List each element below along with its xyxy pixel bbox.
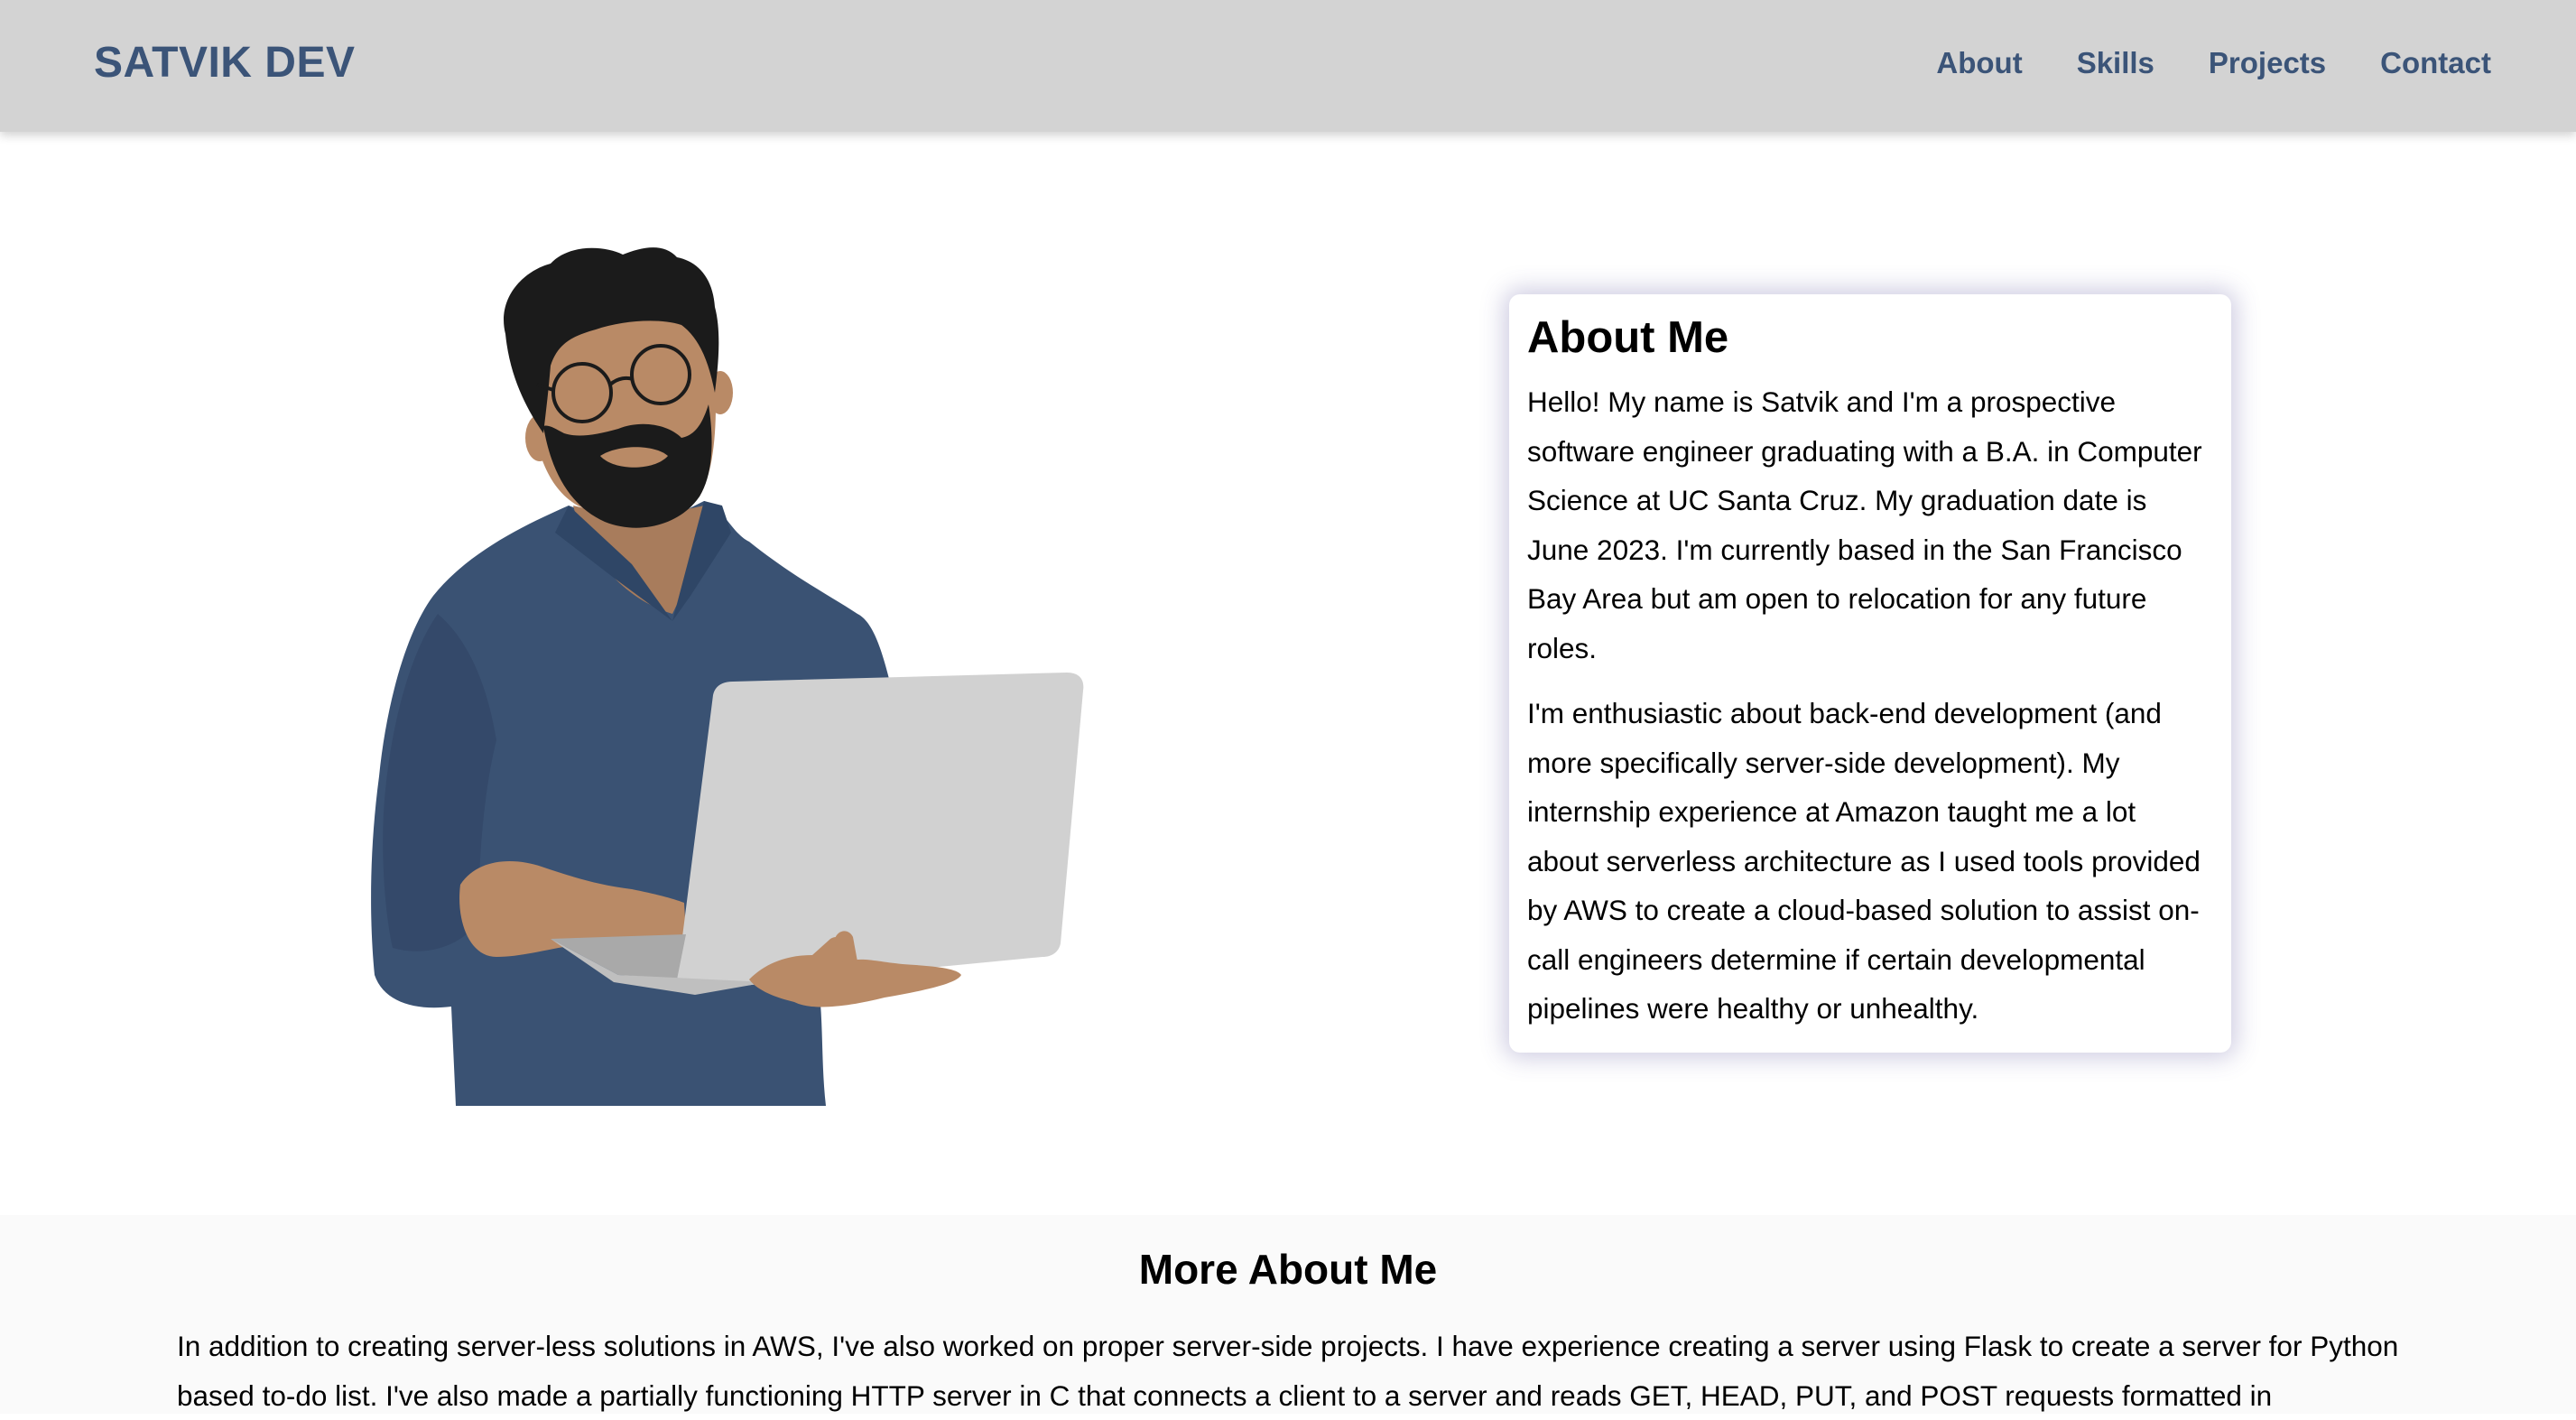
about-me-title: About Me xyxy=(1527,313,1729,362)
more-about-section: More About Me In addition to creating se… xyxy=(0,1215,2576,1414)
more-about-paragraph: In addition to creating server-less solu… xyxy=(177,1330,2399,1412)
navbar: SATVIK DEV About Skills Projects Contact xyxy=(0,0,2576,132)
about-me-card: About Me Hello! My name is Satvik and I'… xyxy=(1509,294,2231,1053)
laptop-screen-back xyxy=(676,673,1084,991)
about-me-paragraph-1: Hello! My name is Satvik and I'm a prosp… xyxy=(1527,385,2202,664)
brand-logo[interactable]: SATVIK DEV xyxy=(94,36,355,90)
nav-link-contact[interactable]: Contact xyxy=(2380,43,2491,83)
nav-links: About Skills Projects Contact xyxy=(1936,43,2491,83)
more-about-title: More About Me xyxy=(1138,1246,1438,1293)
nav-link-skills[interactable]: Skills xyxy=(2077,43,2154,83)
nav-link-about[interactable]: About xyxy=(1936,43,2022,83)
glasses-left-lens xyxy=(551,362,613,423)
nav-link-projects[interactable]: Projects xyxy=(2209,43,2326,83)
glasses-right-lens xyxy=(630,344,691,405)
man-with-laptop-illustration xyxy=(371,247,1084,1106)
about-me-paragraph-2: I'm enthusiastic about back-end developm… xyxy=(1527,697,2201,1025)
